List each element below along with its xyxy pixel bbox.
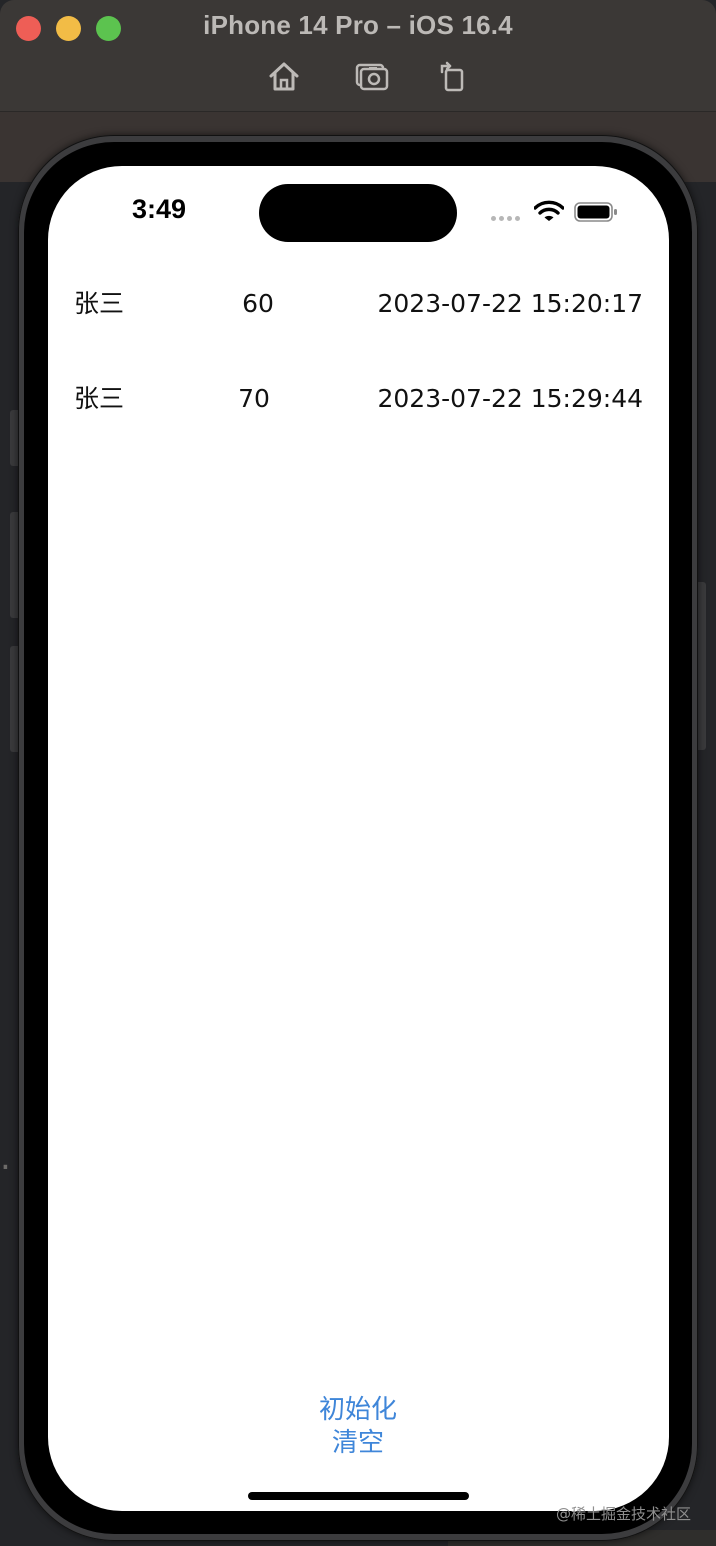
row-score: 60 [242, 289, 274, 318]
init-button[interactable]: 初始化 [258, 1394, 458, 1426]
power-button [698, 582, 706, 750]
dynamic-island [259, 184, 457, 242]
clear-button[interactable]: 清空 [258, 1427, 458, 1459]
wifi-icon [534, 200, 564, 221]
rotate-icon [440, 61, 464, 92]
cellular-signal-icon [491, 216, 525, 222]
volume-up-button [10, 512, 18, 618]
action-button [10, 410, 18, 466]
home-button[interactable] [266, 58, 302, 94]
rotate-button[interactable] [434, 58, 470, 94]
list-item[interactable]: 张三 70 2023-07-22 15:29:44 [48, 379, 669, 419]
row-timestamp: 2023-07-22 15:29:44 [377, 384, 643, 413]
phone-screen: 3:49 张三 60 2023-07-22 15:20:17 张三 70 202… [48, 166, 669, 1511]
home-icon [269, 62, 299, 91]
simulator-titlebar: iPhone 14 Pro – iOS 16.4 [0, 0, 716, 112]
watermark-text: @稀土掘金技术社区 [556, 1505, 692, 1523]
row-name: 张三 [74, 289, 125, 318]
list-item[interactable]: 张三 60 2023-07-22 15:20:17 [48, 284, 669, 324]
status-time: 3:49 [132, 194, 187, 224]
screenshot-icon [355, 63, 389, 91]
row-name: 张三 [74, 384, 125, 413]
volume-down-button [10, 646, 18, 752]
screenshot-button[interactable] [354, 58, 390, 94]
row-timestamp: 2023-07-22 15:20:17 [377, 289, 643, 318]
home-indicator[interactable] [248, 1492, 469, 1500]
battery-icon [574, 202, 617, 222]
background-code-fragment: . [0, 1138, 11, 1178]
row-score: 70 [238, 384, 270, 413]
window-title: iPhone 14 Pro – iOS 16.4 [203, 10, 513, 40]
